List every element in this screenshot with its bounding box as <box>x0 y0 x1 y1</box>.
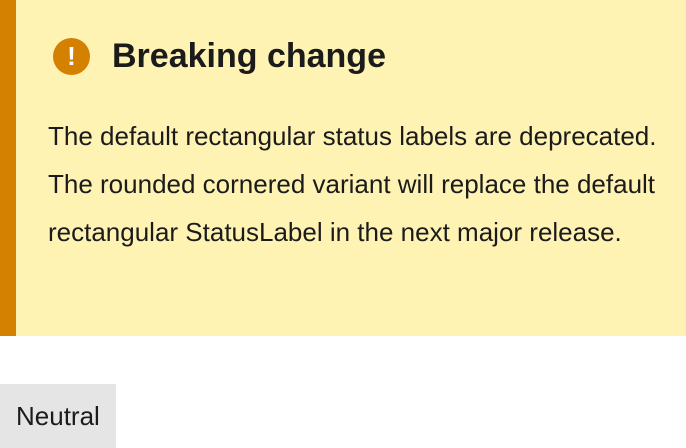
breaking-change-callout: ! Breaking change The default rectangula… <box>0 0 686 336</box>
callout-header: ! Breaking change <box>53 36 386 76</box>
callout-title: Breaking change <box>112 37 386 75</box>
exclamation-icon: ! <box>53 37 90 75</box>
callout-body: The default rectangular status labels ar… <box>48 121 657 247</box>
status-label-neutral: Neutral <box>0 384 116 448</box>
